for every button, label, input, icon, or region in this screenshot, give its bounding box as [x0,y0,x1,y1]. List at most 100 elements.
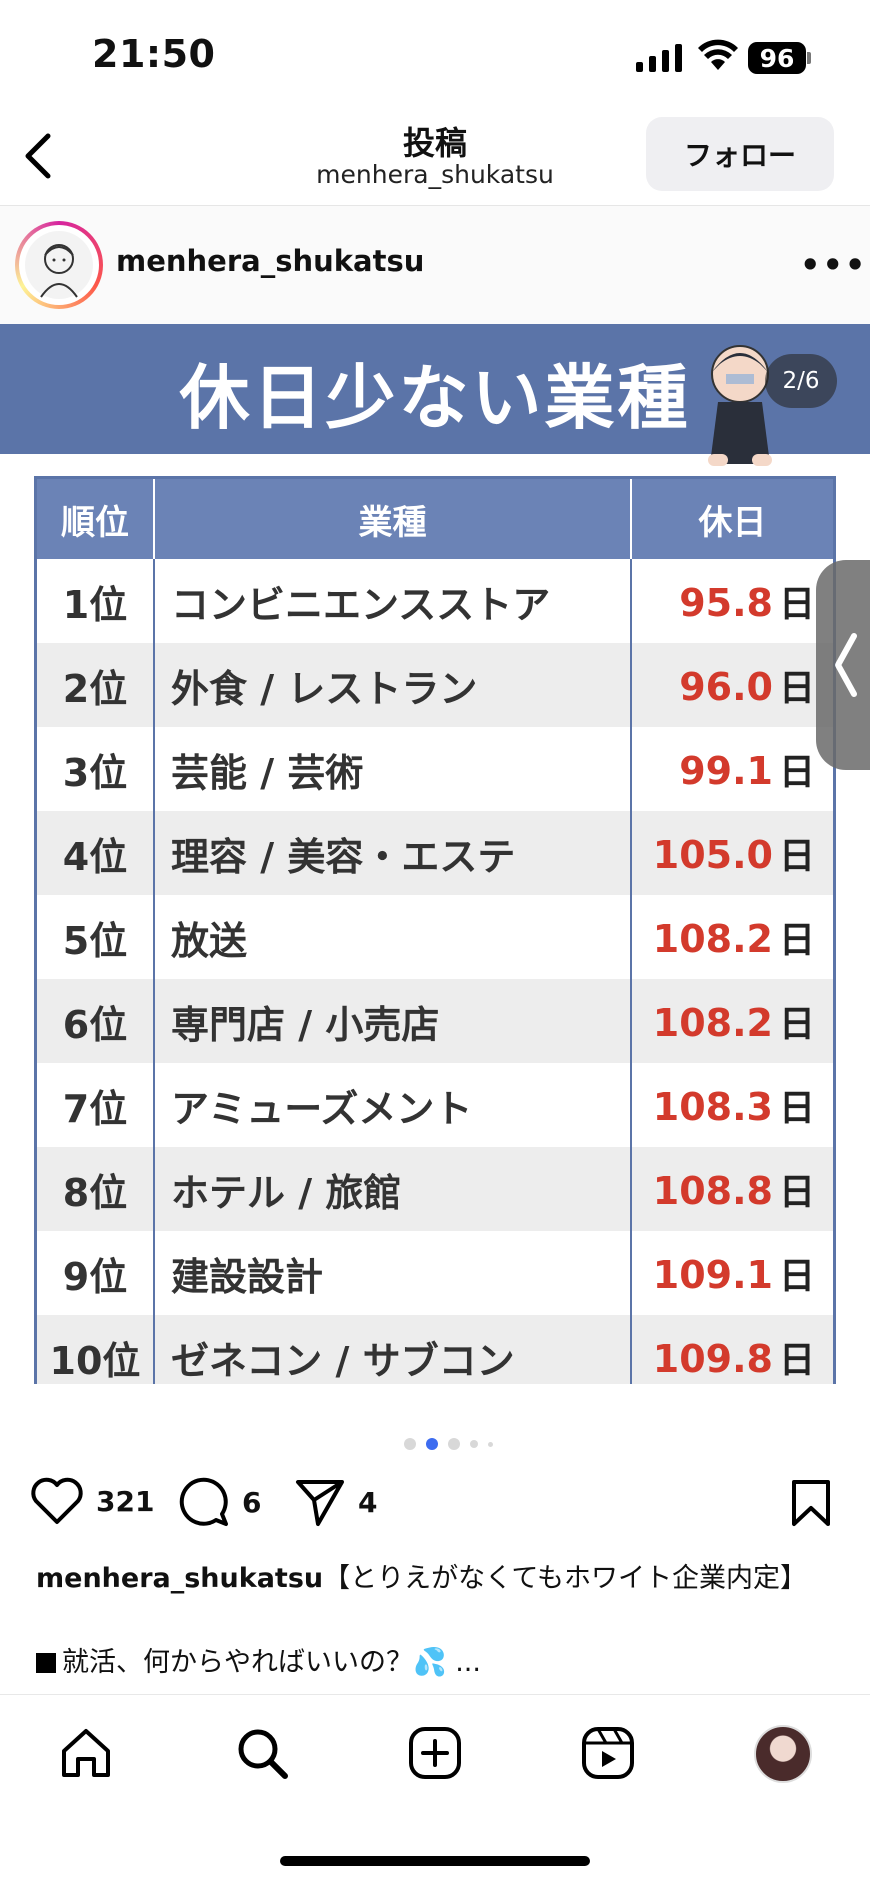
bookmark-icon[interactable] [790,1478,832,1528]
industry-cell: 専門店 / 小売店 [154,979,631,1063]
avatar-illustration [40,244,78,298]
author-avatar[interactable] [15,221,103,309]
carousel-dots [404,1438,493,1450]
days-value: 108.2 [652,917,773,961]
chevron-left-icon [835,633,857,697]
cellular-signal-icon [636,42,682,72]
industry-cell: 放送 [154,895,631,979]
days-unit: 日 [778,1340,815,1381]
days-value: 109.1 [652,1253,773,1297]
status-bar: 21:50 96 [0,0,870,110]
days-cell: 109.1 日 [630,1231,835,1315]
like-button[interactable]: 321 [30,1476,154,1526]
days-unit: 日 [778,752,815,793]
carousel-dot [470,1440,478,1448]
days-cell: 108.2 日 [630,979,835,1063]
days-value: 108.2 [652,1001,773,1045]
caption-username[interactable]: menhera_shukatsu [36,1563,323,1594]
days-value: 109.8 [652,1337,773,1381]
caption-text: 【とりえがなくてもホワイト企業内定】 [323,1563,807,1594]
search-icon[interactable] [234,1725,290,1781]
days-cell: 96.0 日 [630,643,835,727]
col-header-rank: 順位 [35,477,155,559]
days-unit: 日 [778,836,815,877]
comment-button[interactable]: 6 [178,1476,261,1528]
caption-second-line[interactable]: 就活、何からやればいいの？💦 ... [36,1640,856,1679]
reels-icon[interactable] [580,1725,636,1781]
days-unit: 日 [778,668,815,709]
table-row: 3位 芸能 / 芸術 99.1 日 [35,727,835,811]
post-author-row: menhera_shukatsu ••• [0,206,870,324]
rank-cell: 3位 [35,727,155,811]
side-drawer-handle[interactable] [816,560,870,770]
tired-character-illustration [708,345,772,466]
comment-count: 6 [242,1485,262,1519]
battery-indicator: 96 [748,42,806,74]
more-options-icon[interactable]: ••• [800,246,867,284]
share-button[interactable]: 4 [294,1476,377,1528]
rank-cell: 4位 [35,811,155,895]
black-square-icon [36,1653,56,1673]
caption: menhera_shukatsu【とりえがなくてもホワイト企業内定】 [36,1556,856,1595]
send-icon [296,1480,344,1526]
col-header-industry: 業種 [154,477,632,559]
carousel-dot [448,1438,460,1450]
days-value: 99.1 [679,749,773,793]
status-time: 21:50 [92,32,216,76]
days-unit: 日 [778,1256,815,1297]
action-bar: 321 6 4 [0,1476,870,1536]
table-row: 1位 コンビニエンスストア 95.8 日 [35,559,835,643]
caption-line2: 就活、何からやればいいの？💦 ... [62,1647,481,1678]
days-cell: 108.3 日 [630,1063,835,1147]
comment-icon [179,1477,228,1526]
table-row: 9位 建設設計 109.1 日 [35,1231,835,1315]
days-cell: 109.8 日 [630,1315,835,1384]
rank-cell: 9位 [35,1231,155,1315]
rank-cell: 8位 [35,1147,155,1231]
table-row: 7位 アミューズメント 108.3 日 [35,1063,835,1147]
table-row: 6位 専門店 / 小売店 108.2 日 [35,979,835,1063]
days-value: 96.0 [679,665,773,709]
table-row: 10位 ゼネコン / サブコン 109.8 日 [35,1315,835,1384]
days-unit: 日 [778,1172,815,1213]
post-image[interactable]: 休日少ない業種 2/6 順位 業種 休日 1位 コンビニエンスストア 95.8 日… [0,324,870,1384]
industry-cell: 建設設計 [154,1231,631,1315]
industry-cell: 芸能 / 芸術 [154,727,631,811]
table-row: 2位 外食 / レストラン 96.0 日 [35,643,835,727]
days-unit: 日 [778,920,815,961]
table-row: 4位 理容 / 美容・エステ 105.0 日 [35,811,835,895]
profile-avatar[interactable] [754,1725,812,1783]
follow-button[interactable]: フォロー [646,117,834,191]
days-cell: 108.8 日 [630,1147,835,1231]
days-cell: 108.2 日 [630,895,835,979]
col-header-days: 休日 [631,477,835,559]
battery-tip [807,52,811,64]
carousel-counter: 2/6 [765,354,837,408]
industry-cell: 理容 / 美容・エステ [154,811,631,895]
days-value: 108.3 [652,1085,773,1129]
share-count: 4 [358,1485,378,1519]
like-count: 321 [96,1484,155,1518]
rank-cell: 6位 [35,979,155,1063]
table-row: 5位 放送 108.2 日 [35,895,835,979]
carousel-dot [488,1441,493,1447]
industry-cell: アミューズメント [154,1063,631,1147]
days-unit: 日 [778,1088,815,1129]
rank-cell: 7位 [35,1063,155,1147]
rank-cell: 2位 [35,643,155,727]
carousel-dot [404,1438,416,1450]
carousel-dot-active [426,1438,438,1450]
rank-cell: 5位 [35,895,155,979]
bottom-nav [0,1694,870,1883]
home-icon[interactable] [58,1725,114,1781]
wifi-icon [698,39,738,70]
author-username[interactable]: menhera_shukatsu [116,244,424,278]
rank-cell: 10位 [35,1315,155,1384]
days-cell: 99.1 日 [630,727,835,811]
industry-cell: コンビニエンスストア [154,559,631,643]
create-icon[interactable] [407,1725,463,1781]
industry-cell: ホテル / 旅館 [154,1147,631,1231]
days-value: 105.0 [652,833,773,877]
post-header: 投稿 menhera_shukatsu フォロー [0,110,870,206]
table-row: 8位 ホテル / 旅館 108.8 日 [35,1147,835,1231]
